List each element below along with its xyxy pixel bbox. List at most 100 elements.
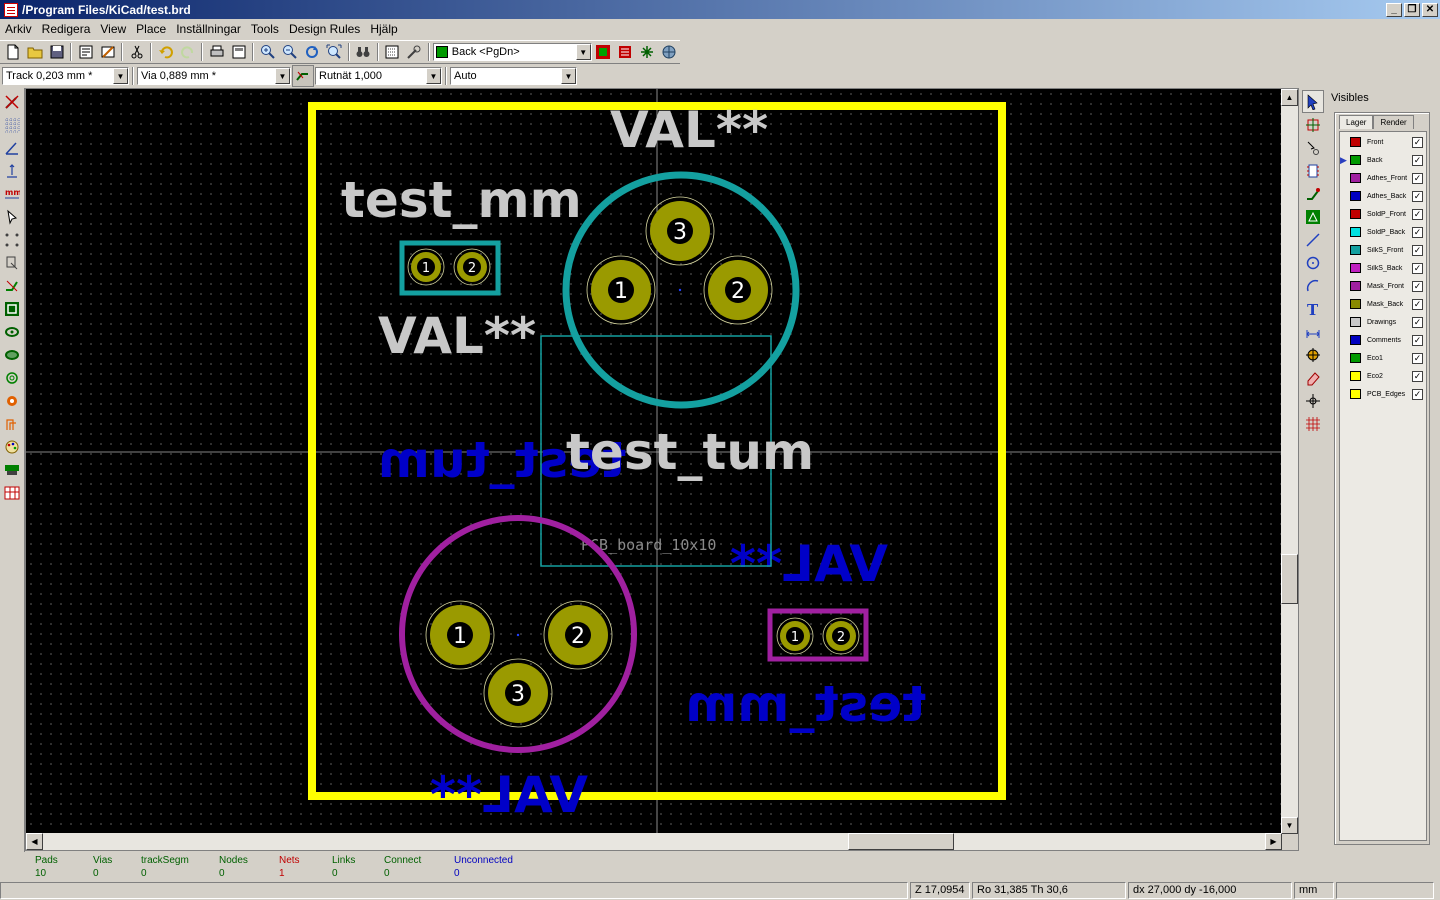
layer-color-swatch[interactable] <box>1350 281 1361 291</box>
microwave-toolbar-button[interactable] <box>1 481 23 504</box>
front-text-test-tum[interactable]: test_tum <box>566 423 814 481</box>
freeroute-button[interactable] <box>637 41 658 63</box>
layer-color-swatch[interactable] <box>1350 335 1361 345</box>
layer-visible-checkbox[interactable]: ✓ <box>1412 172 1423 184</box>
layer-visible-checkbox[interactable]: ✓ <box>1412 388 1423 400</box>
scroll-right-button[interactable]: ▶ <box>1265 833 1282 850</box>
pads-sketch-button[interactable] <box>1 366 23 389</box>
high-contrast-button[interactable] <box>1 435 23 458</box>
add-arc-button[interactable] <box>1302 274 1324 297</box>
horizontal-scrollbar[interactable]: ◀ ▶ <box>26 833 1282 850</box>
menu-design-rules[interactable]: Design Rules <box>284 19 365 39</box>
zoom-in-button[interactable] <box>257 41 278 63</box>
layer-visible-checkbox[interactable]: ✓ <box>1412 280 1423 292</box>
scroll-up-button[interactable]: ▲ <box>1281 89 1298 106</box>
new-board-button[interactable] <box>2 41 23 63</box>
units-mm-button[interactable]: mm <box>1 182 23 205</box>
drc-toggle-button[interactable] <box>1 90 23 113</box>
pad-top-3[interactable]: 3 <box>645 196 715 266</box>
layer-visible-checkbox[interactable]: ✓ <box>1412 370 1423 382</box>
set-offset-button[interactable] <box>1302 389 1324 412</box>
layer-row[interactable]: ▶ Back ✓ <box>1340 151 1426 169</box>
find-button[interactable] <box>353 41 374 63</box>
layer-visible-checkbox[interactable]: ✓ <box>1412 352 1423 364</box>
add-graphic-line-button[interactable] <box>1302 228 1324 251</box>
vertical-scroll-thumb[interactable] <box>1281 554 1298 604</box>
autoroute-button[interactable] <box>615 41 636 63</box>
layer-visible-checkbox[interactable]: ✓ <box>1412 262 1423 274</box>
layers-manager-button[interactable] <box>1 458 23 481</box>
tab-lager[interactable]: Lager <box>1339 115 1374 129</box>
add-circle-button[interactable] <box>1302 251 1324 274</box>
layer-row[interactable]: Mask_Back ✓ <box>1340 295 1426 313</box>
front-text-val-left[interactable]: VAL** <box>378 307 536 365</box>
layer-color-swatch[interactable] <box>1350 299 1361 309</box>
show-zones-button[interactable] <box>1 297 23 320</box>
pad-top-1[interactable]: 1 <box>586 255 656 325</box>
menu-hjalp[interactable]: Hjälp <box>365 19 402 39</box>
layer-color-swatch[interactable] <box>1350 173 1361 183</box>
maximize-button[interactable]: ❐ <box>1404 2 1420 17</box>
zoom-select[interactable]: Auto ▼ <box>450 67 577 85</box>
polar-coords-button[interactable] <box>1 136 23 159</box>
menu-arkiv[interactable]: Arkiv <box>0 19 37 39</box>
via-size-select[interactable]: Via 0,889 mm * ▼ <box>137 67 291 85</box>
menu-tools[interactable]: Tools <box>246 19 284 39</box>
track-width-select[interactable]: Track 0,203 mm * ▼ <box>2 67 129 85</box>
layer-row[interactable]: Adhes_Back ✓ <box>1340 187 1426 205</box>
print-button[interactable] <box>206 41 227 63</box>
add-tracks-button[interactable] <box>1302 182 1324 205</box>
vias-sketch-button[interactable] <box>1 389 23 412</box>
grid-origin-button[interactable] <box>1302 412 1324 435</box>
menu-view[interactable]: View <box>95 19 131 39</box>
layer-row[interactable]: Mask_Front ✓ <box>1340 277 1426 295</box>
highlight-net-button[interactable] <box>1302 113 1324 136</box>
back-text-val-right[interactable]: VAL** <box>730 535 888 593</box>
layer-visible-checkbox[interactable]: ✓ <box>1412 208 1423 220</box>
module-ratsnest-button[interactable] <box>1 251 23 274</box>
layer-row[interactable]: Adhes_Front ✓ <box>1340 169 1426 187</box>
local-ratsnest-button[interactable] <box>1302 136 1324 159</box>
layer-visible-checkbox[interactable]: ✓ <box>1412 154 1423 166</box>
layer-color-swatch[interactable] <box>1350 209 1361 219</box>
ratsnest-button[interactable] <box>1 228 23 251</box>
layer-pair-button[interactable] <box>593 41 614 63</box>
layer-visible-checkbox[interactable]: ✓ <box>1412 244 1423 256</box>
back-text-test-mm[interactable]: test_mm <box>685 675 926 733</box>
delete-items-button[interactable] <box>1302 366 1324 389</box>
netlist-button[interactable] <box>382 41 403 63</box>
zoom-out-button[interactable] <box>280 41 301 63</box>
pcb-canvas[interactable]: test_tum VAL** test_mm VAL** PCB_board_1… <box>26 89 1282 834</box>
grid-select[interactable]: Rutnät 1,000 ▼ <box>315 67 442 85</box>
auto-delete-track-button[interactable] <box>1 274 23 297</box>
pad-br-1[interactable]: 1 <box>776 617 814 655</box>
units-inch-button[interactable] <box>1 159 23 182</box>
horizontal-scroll-thumb[interactable] <box>848 833 954 850</box>
cursor-shape-button[interactable] <box>1 205 23 228</box>
vertical-scrollbar[interactable]: ▲ ▼ <box>1281 89 1298 834</box>
zoom-fit-button[interactable] <box>324 41 345 63</box>
layer-color-swatch[interactable] <box>1350 227 1361 237</box>
pad-tl-1[interactable]: 1 <box>407 248 445 286</box>
layer-visible-checkbox[interactable]: ✓ <box>1412 334 1423 346</box>
layer-row[interactable]: SilkS_Front ✓ <box>1340 241 1426 259</box>
layer-visible-checkbox[interactable]: ✓ <box>1412 190 1423 202</box>
open-board-button[interactable] <box>24 41 45 63</box>
zones-disable-button[interactable] <box>1 320 23 343</box>
layer-color-swatch[interactable] <box>1350 371 1361 381</box>
layer-select[interactable]: Back <PgDn> ▼ <box>432 43 592 61</box>
front-text-val-top[interactable]: VAL** <box>610 101 768 159</box>
layer-row[interactable]: SoldP_Front ✓ <box>1340 205 1426 223</box>
layer-row[interactable]: SilkS_Back ✓ <box>1340 259 1426 277</box>
scroll-down-button[interactable]: ▼ <box>1281 817 1298 834</box>
add-module-button[interactable] <box>1302 159 1324 182</box>
pad-top-2[interactable]: 2 <box>703 255 773 325</box>
auto-track-width-button[interactable] <box>292 65 314 87</box>
layer-visible-checkbox[interactable]: ✓ <box>1412 298 1423 310</box>
pad-tl-2[interactable]: 2 <box>453 248 491 286</box>
menu-place[interactable]: Place <box>131 19 171 39</box>
select-tool-button[interactable] <box>1302 90 1324 113</box>
add-zones-button[interactable] <box>1302 205 1324 228</box>
tab-render[interactable]: Render <box>1373 115 1414 129</box>
pad-bl-3[interactable]: 3 <box>483 658 553 728</box>
